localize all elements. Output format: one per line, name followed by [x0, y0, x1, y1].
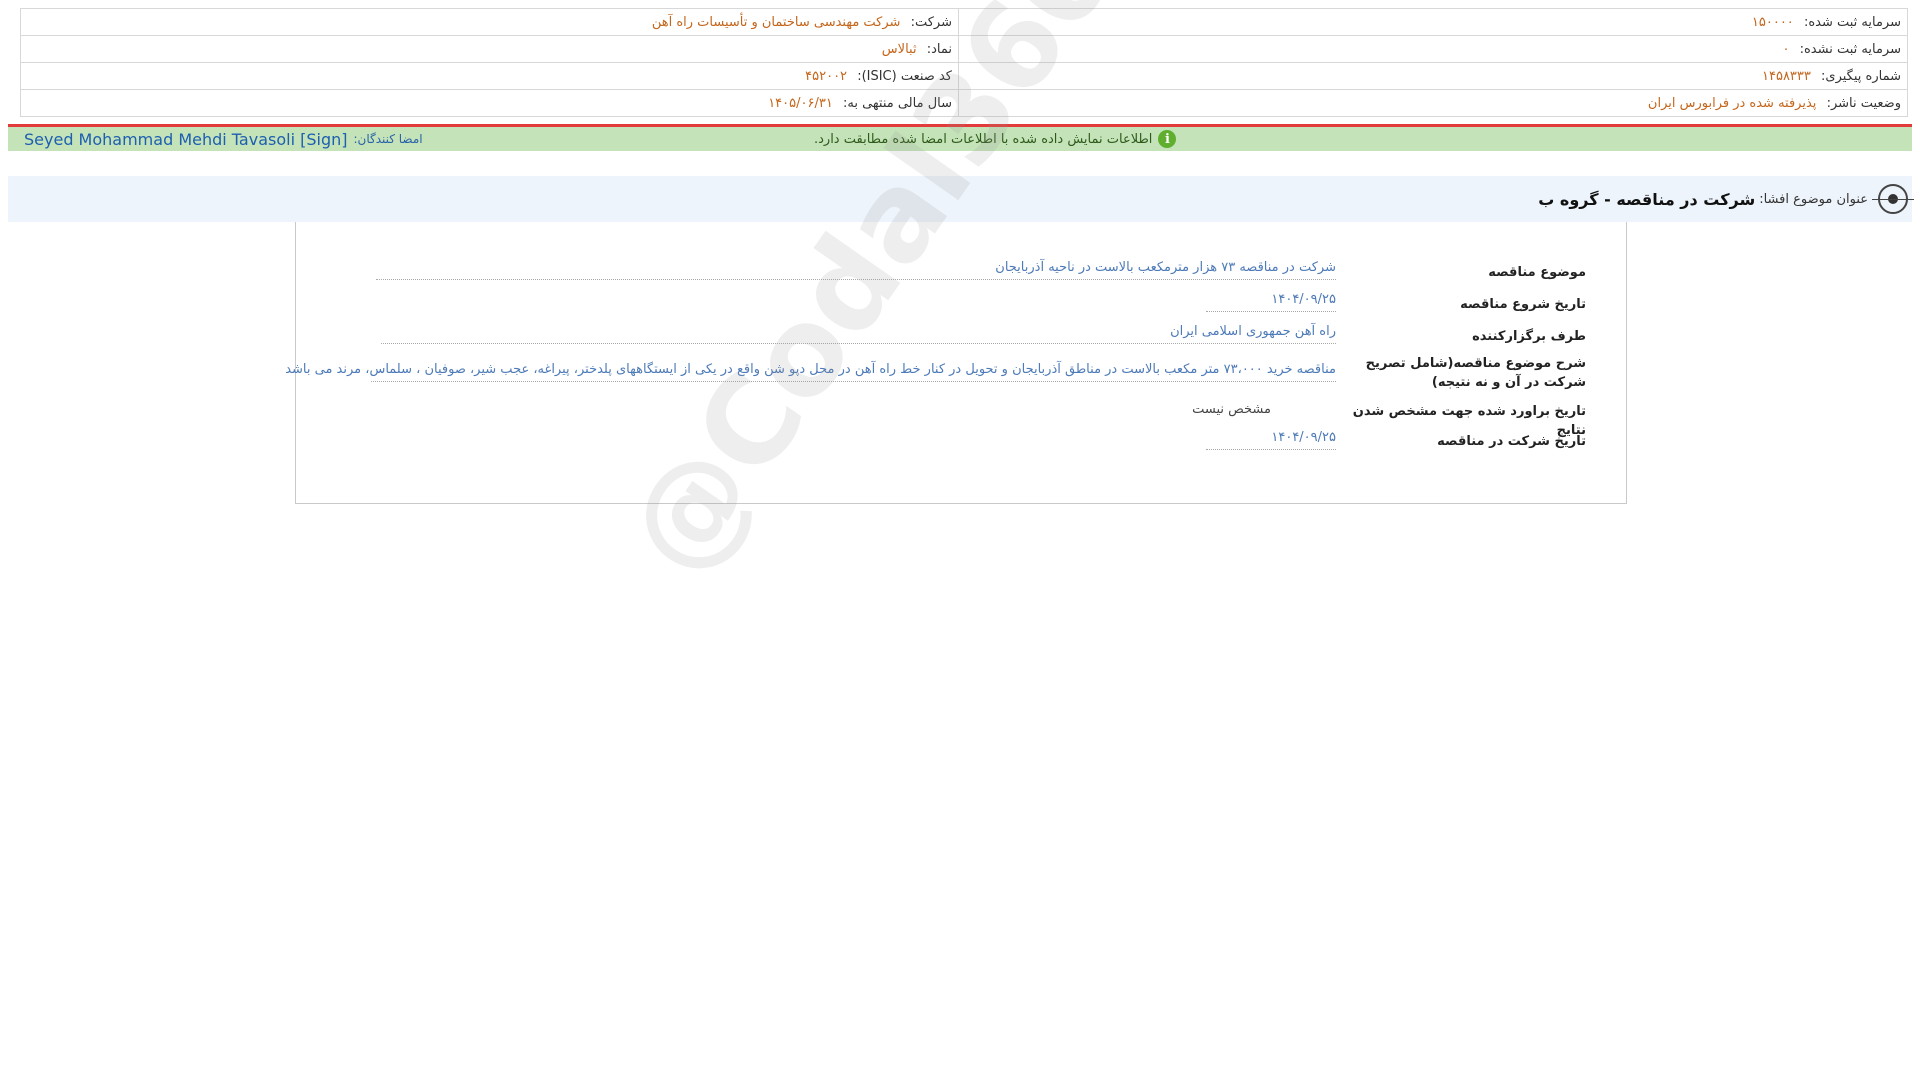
isic-label: کد صنعت (ISIC):	[857, 68, 952, 84]
verification-bar: i اطلاعات نمایش داده شده با اطلاعات امضا…	[8, 127, 1912, 151]
target-icon	[1872, 184, 1914, 214]
tender-estimate-value: مشخص نیست	[1192, 402, 1271, 417]
disclosure-subject-bar: عنوان موضوع افشا: شرکت در مناقصه - گروه …	[8, 176, 1914, 222]
verification-status: i اطلاعات نمایش داده شده با اطلاعات امضا…	[814, 130, 1177, 148]
tender-start-date-label: تاریخ شروع مناقصه	[1460, 297, 1586, 312]
registered-capital-value: ۱۵۰۰۰۰	[1751, 14, 1794, 30]
tracking-value: ۱۴۵۸۳۳۳	[1762, 68, 1811, 84]
subject-title: شرکت در مناقصه - گروه ب	[1538, 189, 1756, 209]
registered-capital-cell: سرمایه ثبت شده: ۱۵۰۰۰۰	[958, 8, 1908, 36]
symbol-label: نماد:	[926, 41, 952, 57]
publisher-status-value: پذیرفته شده در فرابورس ایران	[1647, 95, 1817, 111]
symbol-value[interactable]: ثبالاس	[882, 42, 917, 57]
tender-participation-value: ۱۴۰۴/۰۹/۲۵	[1206, 430, 1336, 450]
unregistered-capital-label: سرمایه ثبت نشده:	[1799, 41, 1901, 57]
registered-capital-label: سرمایه ثبت شده:	[1803, 14, 1901, 30]
subject-label: عنوان موضوع افشا:	[1759, 191, 1868, 207]
tender-description-label: شرح موضوع مناقصه(شامل تصریح شرکت در آن و…	[1365, 356, 1586, 390]
unregistered-capital-value: ۰	[1782, 41, 1790, 57]
tender-organizer-value: راه آهن جمهوری اسلامی ایران	[381, 324, 1336, 344]
tender-start-date-value: ۱۴۰۴/۰۹/۲۵	[1206, 292, 1336, 312]
fiscal-year-cell: سال مالی منتهی به: ۱۴۰۵/۰۶/۳۱	[20, 89, 959, 117]
tracking-cell: شماره پیگیری: ۱۴۵۸۳۳۳	[958, 62, 1908, 90]
symbol-cell: نماد: ثبالاس	[20, 35, 959, 63]
unregistered-capital-cell: سرمایه ثبت نشده: ۰	[958, 35, 1908, 63]
fiscal-year-value: ۱۴۰۵/۰۶/۳۱	[768, 95, 833, 111]
info-icon: i	[1158, 130, 1177, 148]
isic-value: ۴۵۲۰۰۲	[805, 68, 848, 84]
publisher-status-cell: وضعیت ناشر: پذیرفته شده در فرابورس ایران	[958, 89, 1908, 117]
signers-label: امضا کنندگان:	[353, 132, 423, 146]
company-value[interactable]: شرکت مهندسی ساختمان و تأسیسات راه آهن	[652, 15, 901, 30]
tender-description-value: مناقصه خرید ۷۳،۰۰۰ متر مکعب بالاست در من…	[285, 362, 1336, 382]
company-info-table: شرکت: شرکت مهندسی ساختمان و تأسیسات راه …	[20, 8, 1908, 117]
verification-message: اطلاعات نمایش داده شده با اطلاعات امضا ش…	[814, 131, 1153, 147]
company-cell: شرکت: شرکت مهندسی ساختمان و تأسیسات راه …	[20, 8, 959, 36]
tender-subject-value: شرکت در مناقصه ۷۳ هزار مترمکعب بالاست در…	[376, 260, 1336, 280]
tender-organizer-label: طرف برگزارکننده	[1472, 329, 1586, 344]
tender-details: موضوع مناقصه شرکت در مناقصه ۷۳ هزار مترم…	[285, 222, 1627, 504]
signers: امضا کنندگان: Seyed Mohammad Mehdi Tavas…	[24, 129, 423, 149]
fiscal-year-label: سال مالی منتهی به:	[842, 95, 952, 111]
signer-name-link[interactable]: Seyed Mohammad Mehdi Tavasoli [Sign]	[24, 130, 347, 149]
tracking-label: شماره پیگیری:	[1821, 68, 1901, 84]
tender-participation-label: تاریخ شرکت در مناقصه	[1437, 434, 1586, 449]
publisher-status-label: وضعیت ناشر:	[1826, 95, 1901, 111]
company-label: شرکت:	[910, 14, 952, 30]
tender-subject-label: موضوع مناقصه	[1488, 265, 1586, 280]
isic-cell: کد صنعت (ISIC): ۴۵۲۰۰۲	[20, 62, 959, 90]
